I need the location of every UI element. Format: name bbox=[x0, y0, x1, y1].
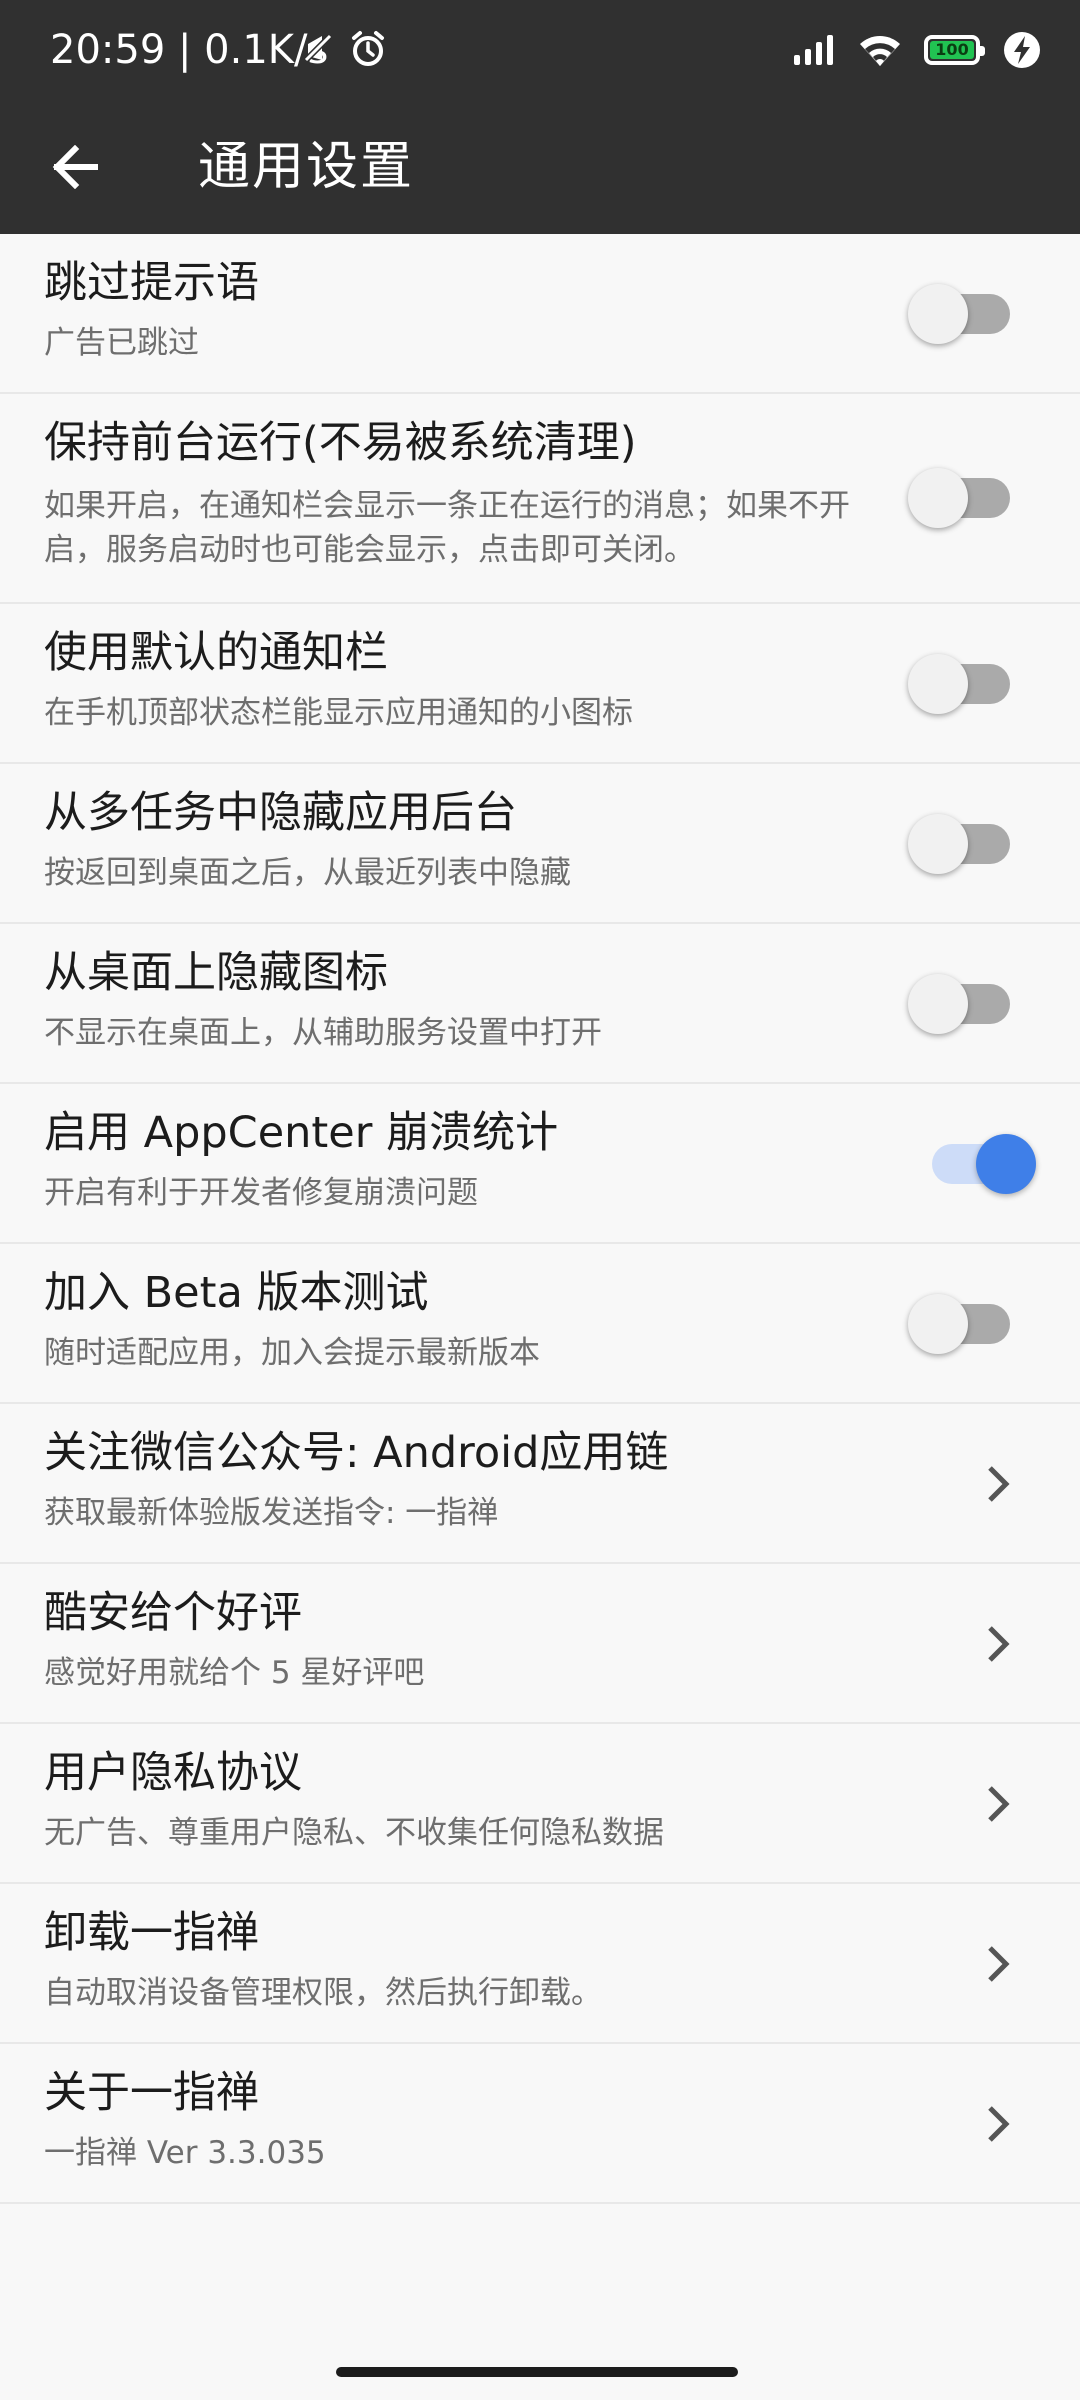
setting-label: 用户隐私协议 bbox=[44, 1748, 302, 1798]
setting-label: 加入 Beta 版本测试 bbox=[44, 1268, 429, 1318]
alarm-icon bbox=[352, 31, 384, 66]
setting-desc: 如果开启，在通知栏会显示一条正在运行的消息；如果不开启，服务启动时也可能会显示，… bbox=[44, 488, 850, 568]
chevron-right-icon bbox=[980, 2099, 1016, 2149]
settings-list: 跳过提示语 广告已跳过 保持前台运行(不易被系统清理) 如果开启，在通知栏会显示… bbox=[0, 234, 1080, 2204]
setting-desc: 感觉好用就给个 5 星好评吧 bbox=[44, 1655, 425, 1691]
setting-label: 卸载一指禅 bbox=[44, 1908, 259, 1958]
setting-keep-foreground[interactable]: 保持前台运行(不易被系统清理) 如果开启，在通知栏会显示一条正在运行的消息；如果… bbox=[0, 394, 1080, 604]
setting-label: 启用 AppCenter 崩溃统计 bbox=[44, 1108, 559, 1158]
chevron-right-icon bbox=[980, 1619, 1016, 1669]
switch-knob bbox=[908, 654, 968, 714]
toggle-switch[interactable] bbox=[908, 654, 1010, 714]
setting-beta[interactable]: 加入 Beta 版本测试 随时适配应用，加入会提示最新版本 bbox=[0, 1244, 1080, 1404]
setting-about[interactable]: 关于一指禅 一指禅 Ver 3.3.035 bbox=[0, 2044, 1080, 2204]
status-icons: 100 bbox=[770, 24, 1042, 76]
toggle-switch[interactable] bbox=[908, 1294, 1010, 1354]
chevron-right-icon bbox=[980, 1459, 1016, 1509]
setting-desc: 不显示在桌面上，从辅助服务设置中打开 bbox=[44, 1015, 602, 1051]
switch-knob bbox=[908, 974, 968, 1034]
wifi-icon bbox=[860, 36, 900, 66]
setting-label: 从多任务中隐藏应用后台 bbox=[44, 788, 517, 838]
setting-skip-tips[interactable]: 跳过提示语 广告已跳过 bbox=[0, 234, 1080, 394]
toggle-switch[interactable] bbox=[932, 1134, 1036, 1194]
chevron-right-icon bbox=[980, 1779, 1016, 1829]
switch-knob bbox=[908, 284, 968, 344]
setting-label: 从桌面上隐藏图标 bbox=[44, 948, 388, 998]
status-bar: 20:59 | 0.1K/s 100 bbox=[0, 0, 1080, 100]
arrow-left-icon bbox=[52, 145, 98, 189]
setting-desc: 一指禅 Ver 3.3.035 bbox=[44, 2135, 326, 2171]
setting-desc: 开启有利于开发者修复崩溃问题 bbox=[44, 1175, 478, 1211]
setting-hide-icon[interactable]: 从桌面上隐藏图标 不显示在桌面上，从辅助服务设置中打开 bbox=[0, 924, 1080, 1084]
setting-label: 酷安给个好评 bbox=[44, 1588, 302, 1638]
battery-icon: 100 bbox=[924, 35, 985, 65]
setting-hide-from-recents[interactable]: 从多任务中隐藏应用后台 按返回到桌面之后，从最近列表中隐藏 bbox=[0, 764, 1080, 924]
setting-label: 关注微信公众号: Android应用链 bbox=[44, 1428, 669, 1478]
setting-desc: 随时适配应用，加入会提示最新版本 bbox=[44, 1335, 540, 1371]
setting-desc: 在手机顶部状态栏能显示应用通知的小图标 bbox=[44, 695, 633, 731]
setting-privacy[interactable]: 用户隐私协议 无广告、尊重用户隐私、不收集任何隐私数据 bbox=[0, 1724, 1080, 1884]
toggle-switch[interactable] bbox=[908, 814, 1010, 874]
setting-label: 保持前台运行(不易被系统清理) bbox=[44, 418, 637, 468]
setting-label: 关于一指禅 bbox=[44, 2068, 259, 2118]
setting-desc: 按返回到桌面之后，从最近列表中隐藏 bbox=[44, 855, 571, 891]
signal-icon bbox=[794, 35, 833, 65]
switch-knob bbox=[908, 468, 968, 528]
toggle-switch[interactable] bbox=[908, 284, 1010, 344]
back-button[interactable] bbox=[40, 132, 110, 202]
setting-wechat[interactable]: 关注微信公众号: Android应用链 获取最新体验版发送指令: 一指禅 bbox=[0, 1404, 1080, 1564]
setting-label: 使用默认的通知栏 bbox=[44, 628, 388, 678]
setting-appcenter-crash[interactable]: 启用 AppCenter 崩溃统计 开启有利于开发者修复崩溃问题 bbox=[0, 1084, 1080, 1244]
switch-knob bbox=[908, 1294, 968, 1354]
setting-desc: 广告已跳过 bbox=[44, 325, 199, 361]
setting-desc: 无广告、尊重用户隐私、不收集任何隐私数据 bbox=[44, 1815, 664, 1851]
setting-uninstall[interactable]: 卸载一指禅 自动取消设备管理权限，然后执行卸载。 bbox=[0, 1884, 1080, 2044]
status-time-speed: 20:59 | 0.1K/s bbox=[50, 27, 329, 73]
home-indicator[interactable] bbox=[336, 2367, 738, 2377]
setting-default-notification[interactable]: 使用默认的通知栏 在手机顶部状态栏能显示应用通知的小图标 bbox=[0, 604, 1080, 764]
setting-desc: 获取最新体验版发送指令: 一指禅 bbox=[44, 1495, 499, 1531]
mute-icon bbox=[301, 31, 335, 65]
switch-knob bbox=[976, 1134, 1036, 1194]
toggle-switch[interactable] bbox=[908, 468, 1010, 528]
app-bar: 通用设置 bbox=[0, 100, 1080, 234]
chevron-right-icon bbox=[980, 1939, 1016, 1989]
toggle-switch[interactable] bbox=[908, 974, 1010, 1034]
charging-icon bbox=[1004, 32, 1040, 68]
setting-desc: 自动取消设备管理权限，然后执行卸载。 bbox=[44, 1975, 602, 2011]
page-title: 通用设置 bbox=[198, 137, 415, 197]
switch-knob bbox=[908, 814, 968, 874]
setting-label: 跳过提示语 bbox=[44, 258, 259, 308]
battery-level: 100 bbox=[935, 40, 969, 59]
setting-coolapk-review[interactable]: 酷安给个好评 感觉好用就给个 5 星好评吧 bbox=[0, 1564, 1080, 1724]
